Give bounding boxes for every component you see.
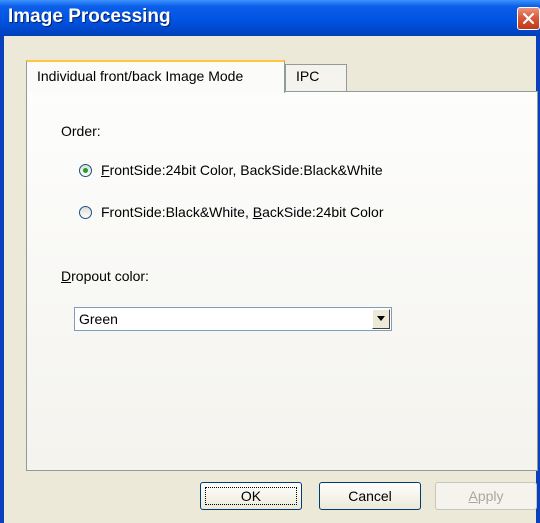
close-button[interactable] [517, 7, 540, 30]
dropout-color-label: Dropout color: [61, 268, 149, 284]
order-option-1-radio[interactable] [79, 164, 92, 177]
cancel-button[interactable]: Cancel [319, 482, 421, 510]
tab-panel: Order: FrontSide:24bit Color, BackSide:B… [26, 91, 538, 471]
window-title: Image Processing [8, 6, 171, 27]
tab-individual-image-mode[interactable]: Individual front/back Image Mode [26, 60, 285, 93]
order-option-2-label[interactable]: FrontSide:Black&White, BackSide:24bit Co… [101, 204, 383, 220]
order-option-1-label[interactable]: FrontSide:24bit Color, BackSide:Black&Wh… [101, 162, 383, 178]
order-label: Order: [61, 123, 101, 139]
dialog-window: Image Processing Individual front/back I… [0, 0, 540, 523]
tab-ipc[interactable]: IPC [285, 64, 347, 91]
ok-button-label: OK [240, 488, 262, 504]
order-option-2-radio[interactable] [79, 206, 92, 219]
dropdown-button[interactable] [372, 309, 390, 329]
title-bar[interactable]: Image Processing [0, 0, 540, 36]
apply-button[interactable]: Apply [435, 482, 537, 510]
chevron-down-icon [377, 316, 385, 321]
ok-button[interactable]: OK [200, 482, 302, 510]
close-icon [522, 12, 535, 25]
dropout-color-value: Green [79, 311, 118, 327]
dropout-color-select[interactable]: Green [74, 307, 392, 331]
